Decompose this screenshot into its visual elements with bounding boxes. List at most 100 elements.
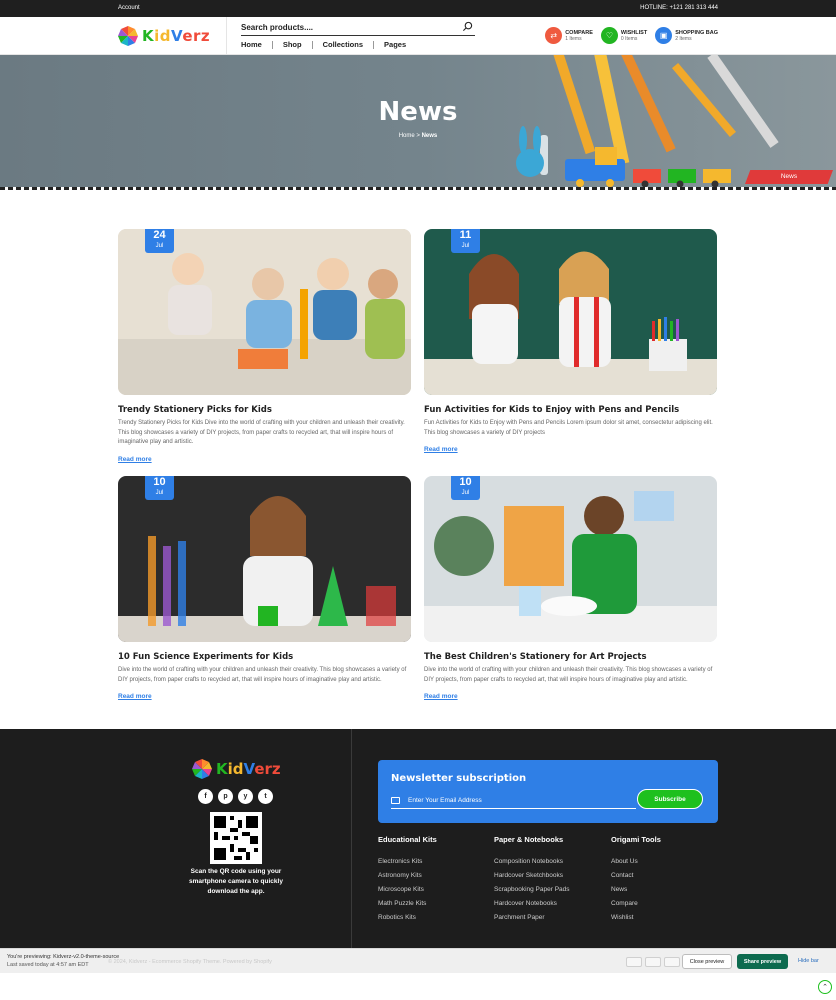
footer-logo[interactable]: KidVerz (192, 759, 281, 779)
footer-column-paper-notebooks: Paper & Notebooks Composition Notebooks … (494, 835, 570, 925)
footer-column-educational-kits: Educational Kits Electronics Kits Astron… (378, 835, 437, 925)
footer-link[interactable]: Parchment Paper (494, 911, 570, 925)
footer-link[interactable]: Scrapbooking Paper Pads (494, 883, 570, 897)
footer-link[interactable]: Robotics Kits (378, 911, 437, 925)
read-more-link[interactable]: Read more (118, 456, 152, 463)
breadcrumb: Home > News (0, 133, 836, 139)
close-preview-button[interactable]: Close preview (682, 954, 732, 969)
read-more-link[interactable]: Read more (424, 446, 458, 453)
wishlist-label: WISHLIST (620, 29, 648, 36)
date-month: Jul (155, 490, 164, 496)
blog-image[interactable]: 24 Jul (118, 229, 411, 395)
banner-dashed-border (0, 187, 836, 190)
nav-pages[interactable]: Pages (373, 41, 416, 49)
footer-column-origami-tools: Origami Tools About Us Contact News Comp… (611, 835, 661, 925)
date-day: 24 (153, 229, 166, 241)
site-header: KidVerz Search products.... Home Shop Co… (0, 17, 836, 55)
subscribe-button[interactable]: Subscribe (637, 789, 703, 809)
footer-link[interactable]: Hardcover Notebooks (494, 897, 570, 911)
footer-link[interactable]: About Us (611, 855, 661, 869)
footer-link[interactable]: Wishlist (611, 911, 661, 925)
main-nav: Home Shop Collections Pages (241, 41, 416, 49)
post-title[interactable]: The Best Children's Stationery for Art P… (424, 652, 717, 662)
brand-name: KidVerz (142, 27, 211, 45)
blog-card: 10 Jul The Best Children's Stationery for… (424, 476, 717, 703)
twitter-icon[interactable]: t (258, 789, 273, 804)
date-badge: 11 Jul (451, 229, 480, 253)
footer-link[interactable]: Astronomy Kits (378, 869, 437, 883)
site-footer: KidVerz f p y t Scan the QR code using y… (0, 729, 836, 948)
blog-image[interactable]: 10 Jul (424, 476, 717, 642)
email-field[interactable]: Enter Your Email Address (391, 793, 636, 809)
header-actions: ⇄ COMPARE 1 Items ♡ WISHLIST 0 Items ▣ SHO… (545, 27, 718, 44)
date-month: Jul (461, 243, 470, 249)
page-banner: News Home > News (0, 55, 836, 189)
youtube-icon[interactable]: y (238, 789, 253, 804)
bag-count: 2 Items (675, 35, 692, 42)
post-title[interactable]: Trendy Stationery Picks for Kids (118, 405, 411, 415)
account-link[interactable]: Account (118, 5, 140, 11)
site-logo[interactable]: KidVerz (118, 24, 210, 48)
header-divider (226, 17, 227, 55)
search-placeholder: Search products.... (241, 23, 314, 32)
footer-link[interactable]: Microscope Kits (378, 883, 437, 897)
bag-label: SHOPPING BAG (675, 29, 718, 36)
read-more-link[interactable]: Read more (424, 693, 458, 700)
date-day: 11 (459, 229, 472, 241)
pinwheel-logo-icon (118, 26, 138, 46)
facebook-icon[interactable]: f (198, 789, 213, 804)
footer-column-title: Origami Tools (611, 835, 661, 844)
wishlist-button[interactable]: ♡ WISHLIST 0 Items (600, 27, 648, 44)
nav-shop[interactable]: Shop (271, 41, 312, 49)
nav-collections[interactable]: Collections (311, 41, 373, 49)
post-excerpt: Dive into the world of crafting with you… (424, 667, 713, 683)
science-experiment-image (118, 476, 411, 642)
page-title: News (378, 97, 458, 127)
post-title[interactable]: 10 Fun Science Experiments for Kids (118, 652, 411, 662)
footer-brand-name: KidVerz (216, 760, 281, 778)
read-more-link[interactable]: Read more (118, 693, 152, 700)
blog-card: 11 Jul Fun Activities for Kids to Enjoy w… (424, 229, 717, 456)
hotline-text: HOTLINE: +121 281 313 444 (640, 5, 718, 11)
pinwheel-logo-icon (192, 759, 212, 779)
date-badge: 10 Jul (451, 476, 480, 500)
post-excerpt: Trendy Stationery Picks for Kids Dive in… (118, 420, 405, 445)
post-excerpt: Fun Activities for Kids to Enjoy with Pe… (424, 420, 713, 436)
kid-painting-image (424, 476, 717, 642)
post-excerpt: Dive into the world of crafting with you… (118, 667, 407, 683)
footer-link[interactable]: News (611, 883, 661, 897)
post-title[interactable]: Fun Activities for Kids to Enjoy with Pe… (424, 405, 717, 415)
share-preview-button[interactable]: Share preview (737, 954, 788, 969)
top-bar: Account HOTLINE: +121 281 313 444 (0, 0, 836, 17)
pinterest-icon[interactable]: p (218, 789, 233, 804)
qr-instructions: Scan the QR code using your smartphone c… (189, 868, 283, 895)
footer-link[interactable]: Math Puzzle Kits (378, 897, 437, 911)
breadcrumb-home[interactable]: Home (399, 133, 415, 139)
hide-bar-link[interactable]: Hide bar (798, 958, 819, 964)
footer-link[interactable]: Contact (611, 869, 661, 883)
footer-link[interactable]: Composition Notebooks (494, 855, 570, 869)
kids-playing-image (118, 229, 411, 395)
footer-link[interactable]: Electronics Kits (378, 855, 437, 869)
chevron-up-icon: ⌃ (822, 984, 828, 991)
scroll-to-top-button[interactable]: ⌃ (818, 980, 832, 994)
preview-bar: You're previewing: Kidverz-v2.0-theme-so… (0, 948, 836, 973)
preview-saved-time: Last saved today at 4:57 am EDT (7, 962, 89, 968)
blog-image[interactable]: 10 Jul (118, 476, 411, 642)
breadcrumb-separator: > (416, 133, 420, 139)
blog-card: 10 Jul 10 Fun Science Experiments for Kid… (118, 476, 411, 703)
nav-home[interactable]: Home (241, 41, 272, 49)
date-day: 10 (459, 476, 472, 488)
search-input[interactable]: Search products.... (241, 20, 475, 36)
footer-copyright: © 2024, Kidverz - Ecommerce Shopify Them… (108, 959, 272, 965)
heart-icon: ♡ (600, 27, 618, 44)
footer-link[interactable]: Hardcover Sketchbooks (494, 869, 570, 883)
footer-link[interactable]: Compare (611, 897, 661, 911)
compare-label: COMPARE (565, 29, 593, 36)
compare-button[interactable]: ⇄ COMPARE 1 Items (545, 27, 593, 44)
blog-image[interactable]: 11 Jul (424, 229, 717, 395)
shopping-bag-button[interactable]: ▣ SHOPPING BAG 2 Items (655, 27, 718, 44)
social-links: f p y t (198, 789, 273, 804)
date-badge: 24 Jul (145, 229, 174, 253)
search-icon[interactable] (462, 21, 473, 32)
